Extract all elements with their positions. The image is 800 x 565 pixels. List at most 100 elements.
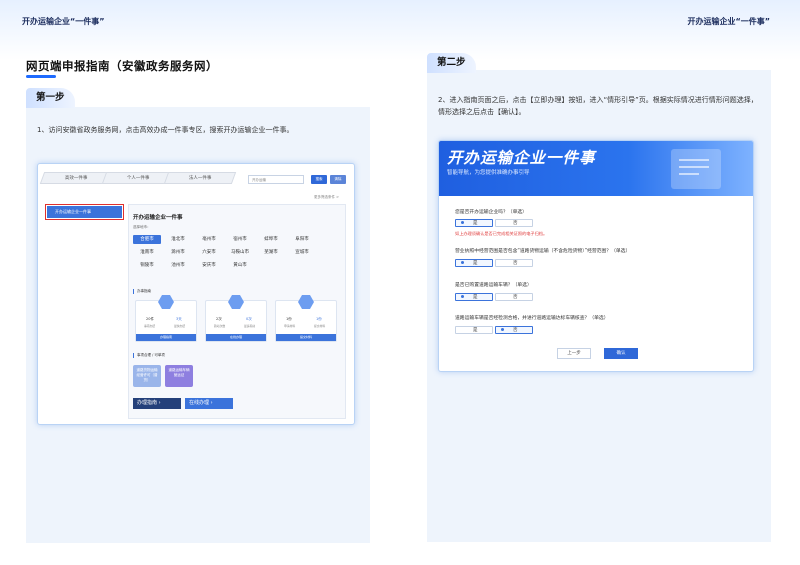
card-stat-label: 提交材料 [314, 324, 326, 328]
s1-guide-label: 办理指南 [137, 400, 158, 406]
option-no[interactable]: 否 [495, 293, 533, 301]
card-button[interactable]: 在线办理 [206, 334, 266, 341]
doc-line [679, 166, 709, 168]
city-item[interactable]: 蚌埠市 [257, 235, 285, 244]
question-4: 道路运输车辆是否经检测合格，并进行道路运输达标车辆核查？（单选） [455, 316, 609, 321]
title-underline [26, 75, 56, 78]
card-stat-label: 跑动次数 [214, 324, 226, 328]
option-label: 是 [473, 261, 478, 266]
s1-city-list: 合肥市 淮北市 亳州市 宿州市 蚌埠市 阜阳市 淮南市 滁州市 六安市 马鞍山市… [133, 235, 343, 274]
city-item[interactable]: 淮北市 [164, 235, 192, 244]
card-stat-label: 事项办结 [144, 324, 156, 328]
card-stat: 0次 [246, 317, 252, 321]
document-icon [671, 149, 721, 189]
city-item[interactable]: 马鞍山市 [226, 248, 254, 257]
doc-line [679, 159, 709, 161]
card-button[interactable]: 提交材料 [276, 334, 336, 341]
question-2: 营业执照中经营范围是否包含“道路货物运输（不含危险货物）”经营范围？（单选） [455, 249, 631, 254]
city-item[interactable]: 黄山市 [226, 261, 254, 270]
s1-tile[interactable]: 道路货物运输经营许可（普货） [133, 365, 161, 387]
s1-tab-label: 高效一件事 [64, 176, 88, 181]
city-item[interactable]: 亳州市 [195, 235, 223, 244]
card-stat-label: 申请材料 [284, 324, 296, 328]
s2-banner-subtitle: 智能导航，为您提供准确办事引导 [447, 170, 530, 176]
card-badge-icon [228, 295, 244, 309]
doc-line [679, 173, 699, 175]
option-no[interactable]: 否 [495, 259, 533, 267]
s1-section-handle: 办事指南 [133, 289, 151, 294]
step2-tab: 第二步 [427, 53, 476, 73]
radio-dot-icon [501, 328, 504, 331]
card-badge-icon [158, 295, 174, 309]
option-yes[interactable]: 是 [455, 219, 493, 227]
s1-section-combo: 事项合理 / 可单项 [133, 353, 165, 358]
city-item[interactable]: 淮南市 [133, 248, 161, 257]
s1-online-button[interactable]: 在线办理 › [185, 398, 233, 409]
option-yes[interactable]: 是 [455, 259, 493, 267]
s1-filter-link[interactable]: 更多筛选条件 > [314, 195, 339, 200]
s1-search-button[interactable]: 搜索 [311, 175, 327, 184]
warning-text: 如上办理须确认是否已完成相关证照的电子归档。 [455, 231, 548, 236]
step2-screenshot: 开办运输企业一件事 智能导航，为您提供准确办事引导 您是否开办运输企业吗？（单选… [438, 140, 754, 372]
city-item[interactable]: 阜阳市 [288, 235, 316, 244]
option-label: 否 [513, 295, 518, 300]
s1-guide-button[interactable]: 办理指南 › [133, 398, 181, 409]
option-label: 是 [473, 328, 478, 333]
s1-tab-label: 个人一件事 [126, 176, 150, 181]
option-label: 否 [513, 261, 518, 266]
card-stat-label: 最多跑动 [244, 324, 256, 328]
step2-text: 2、进入指南页面之后，点击【立即办理】按钮，进入“情形引导”页。根据实际情况进行… [438, 96, 758, 116]
s1-card: 20件 3天 事项办结 最快办结 办理指南 [135, 295, 197, 342]
city-item[interactable]: 合肥市 [133, 235, 161, 244]
question-1: 您是否开办运输企业吗？（单选） [455, 210, 527, 215]
city-item[interactable]: 芜湖市 [257, 248, 285, 257]
option-no[interactable]: 否 [495, 219, 533, 227]
s1-card: 1份 1份 申请材料 提交材料 提交材料 [275, 295, 337, 342]
card-stat: 1份 [316, 317, 322, 321]
s1-content: 开办运输企业一件事 选择地市： 合肥市 淮北市 亳州市 宿州市 蚌埠市 阜阳市 … [128, 204, 346, 419]
page-title: 网页端申报指南（安徽政务服务网） [26, 59, 218, 73]
s1-card: 2次 0次 跑动次数 最多跑动 在线办理 [205, 295, 267, 342]
step1-screenshot: 高效一件事 个人一件事 法人一件事 开办运输 搜索 清除 更多筛选条件 > 开办… [37, 163, 355, 425]
step1-text: 1、访问安徽省政务服务网，点击高效办成一件事专区，搜索开办运输企业一件事。 [37, 126, 294, 134]
city-item[interactable]: 安庆市 [195, 261, 223, 270]
s1-region-label: 选择地市： [133, 225, 151, 229]
s2-banner: 开办运输企业一件事 智能导航，为您提供准确办事引导 [439, 141, 753, 196]
option-yes[interactable]: 是 [455, 293, 493, 301]
city-item[interactable]: 宣城市 [288, 248, 316, 257]
prev-button[interactable]: 上一步 [557, 348, 591, 359]
card-stat: 1份 [286, 317, 292, 321]
s1-tile[interactable]: 道路运输车辆营运证 [165, 365, 193, 387]
option-label: 是 [473, 295, 478, 300]
s1-online-label: 在线办理 [189, 400, 210, 406]
city-item[interactable]: 铜陵市 [133, 261, 161, 270]
option-label: 否 [513, 328, 518, 333]
city-item[interactable]: 池州市 [164, 261, 192, 270]
radio-dot-icon [461, 295, 464, 298]
option-label: 否 [513, 221, 518, 226]
option-no[interactable]: 否 [495, 326, 533, 334]
card-stat-label: 最快办结 [174, 324, 186, 328]
running-header-left: 开办运输企业“一件事” [22, 17, 105, 26]
city-item[interactable]: 宿州市 [226, 235, 254, 244]
s1-search-input[interactable]: 开办运输 [248, 175, 304, 184]
city-item[interactable]: 滁州市 [164, 248, 192, 257]
s1-clear-button[interactable]: 清除 [330, 175, 346, 184]
confirm-button[interactable]: 确认 [604, 348, 638, 359]
card-stat: 3天 [176, 317, 182, 321]
running-header-right: 开办运输企业“一件事” [687, 17, 770, 26]
card-stat: 2次 [216, 317, 222, 321]
option-label: 是 [473, 221, 478, 226]
card-button[interactable]: 办理指南 [136, 334, 196, 341]
radio-dot-icon [461, 221, 464, 224]
page: 开办运输企业“一件事” 开办运输企业“一件事” 网页端申报指南（安徽政务服务网）… [0, 0, 800, 565]
s1-heading: 开办运输企业一件事 [133, 215, 183, 221]
city-item[interactable]: 六安市 [195, 248, 223, 257]
step1-tab: 第一步 [26, 88, 75, 108]
question-3: 是否已购置道路运输车辆？（单选） [455, 283, 532, 288]
s1-tab[interactable]: 法人一件事 [163, 172, 237, 184]
option-yes[interactable]: 是 [455, 326, 493, 334]
radio-dot-icon [461, 261, 464, 264]
s2-banner-title: 开办运输企业一件事 [447, 149, 596, 167]
card-badge-icon [298, 295, 314, 309]
